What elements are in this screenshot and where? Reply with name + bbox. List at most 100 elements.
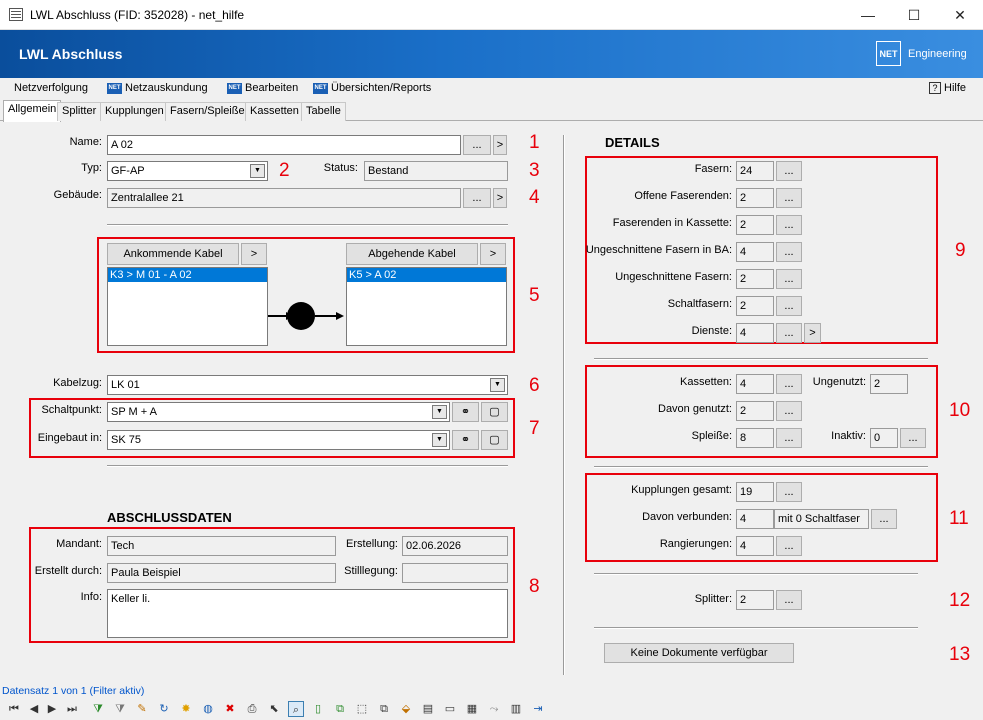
details-heading: DETAILS [605,135,660,150]
tab-kassetten[interactable]: Kassetten [245,102,304,121]
stamp-icon[interactable]: ⬙ [398,701,414,717]
menu-uebersichten[interactable]: NET Übersichten/Reports [313,82,431,94]
kabelzug-select[interactable]: LK 01 ▼ [107,375,508,395]
maximize-button[interactable]: ☐ [891,0,937,30]
column-divider [563,135,565,675]
dienste-arrow-button[interactable]: > [804,323,821,343]
spleisse-field: 8 [736,428,774,448]
tab-allgemein[interactable]: Allgemein [3,100,62,122]
name-field[interactable]: A 02 [107,135,461,155]
outgoing-arrow-button[interactable]: > [480,243,506,265]
tab-fasern-spleisse[interactable]: Fasern/Spleiße [165,102,250,121]
kassetten-dots-button[interactable]: ... [776,374,802,394]
tab-tabelle[interactable]: Tabelle [301,102,346,121]
filter-add-icon[interactable]: ⧩ [90,701,106,717]
divider [594,466,928,468]
callout-13: 13 [949,644,971,665]
callout-10: 10 [949,400,971,421]
outgoing-cables-button[interactable]: Abgehende Kabel [346,243,478,265]
detail-dots-button[interactable]: ... [776,296,802,316]
layers-icon[interactable]: ⧉ [376,701,392,717]
next-record-icon[interactable]: ▶ [44,701,60,717]
form-icon[interactable]: ▢ [481,430,508,450]
edit-icon[interactable]: ✎ [134,701,150,717]
detail-label: Dienste: [691,325,732,337]
copy-icon[interactable]: ⧉ [332,701,348,717]
kupplungen-dots-button[interactable]: ... [776,482,802,502]
title-bar: LWL Abschluss (FID: 352028) - net_hilfe … [0,0,983,30]
frame-icon[interactable]: ⬚ [354,701,370,717]
schaltpunkt-select[interactable]: SP M + A ▼ [107,402,450,422]
incoming-cables-button[interactable]: Ankommende Kabel [107,243,239,265]
prev-record-icon[interactable]: ◀ [26,701,42,717]
form-icon[interactable]: ▢ [481,402,508,422]
menu-bearbeiten[interactable]: NET Bearbeiten [227,82,298,94]
dokumente-button[interactable]: Keine Dokumente verfügbar [604,643,794,663]
logo-text: Engineering [908,48,967,60]
inaktiv-field: 0 [870,428,898,448]
refresh-icon[interactable]: ↻ [156,701,172,717]
menu-netzverfolgung[interactable]: Netzverfolgung [14,82,88,94]
list-item[interactable]: K5 > A 02 [347,268,506,282]
name-arrow-button[interactable]: > [493,135,507,155]
callout-9: 9 [955,240,966,261]
spleisse-dots-button[interactable]: ... [776,428,802,448]
binoculars-icon[interactable]: ⚭ [452,430,479,450]
detail-dots-button[interactable]: ... [776,188,802,208]
page-icon[interactable]: ▯ [310,701,326,717]
report-icon[interactable]: ▦ [464,701,480,717]
genutzt-dots-button[interactable]: ... [776,401,802,421]
incoming-cables-list[interactable]: K3 > M 01 - A 02 [107,267,268,346]
name-dots-button[interactable]: ... [463,135,491,155]
table-icon[interactable]: ▥ [508,701,524,717]
detail-dots-button[interactable]: ... [776,161,802,181]
print-icon[interactable]: ⎙ [244,701,260,717]
gebaeude-arrow-button[interactable]: > [493,188,507,208]
rangierungen-field: 4 [736,536,774,556]
divider [594,358,928,360]
new-icon[interactable]: ✸ [178,701,194,717]
tab-splitter[interactable]: Splitter [57,102,102,121]
stilllegung-label: Stilllegung: [344,565,398,577]
detail-dots-button[interactable]: ... [776,323,802,343]
detail-dots-button[interactable]: ... [776,269,802,289]
tab-kupplungen[interactable]: Kupplungen [100,102,169,121]
detail-dots-button[interactable]: ... [776,242,802,262]
detail-dots-button[interactable]: ... [776,215,802,235]
kupplungen-label: Kupplungen gesamt: [631,484,732,496]
splitter-dots-button[interactable]: ... [776,590,802,610]
globe-icon[interactable]: ◍ [200,701,216,717]
info-textarea[interactable]: Keller li. [107,589,508,638]
eingebaut-select[interactable]: SK 75 ▼ [107,430,450,450]
exit-icon[interactable]: ⇥ [530,701,546,717]
gebaeude-dots-button[interactable]: ... [463,188,491,208]
inaktiv-dots-button[interactable]: ... [900,428,926,448]
callout-4: 4 [529,187,540,208]
detail-value-field: 2 [736,296,774,316]
incoming-arrow-button[interactable]: > [241,243,267,265]
outgoing-cables-list[interactable]: K5 > A 02 [346,267,507,346]
list-item[interactable]: K3 > M 01 - A 02 [108,268,267,282]
zoom-icon[interactable]: ⌕ [288,701,304,717]
close-button[interactable]: ✕ [937,0,983,30]
gebaeude-label: Gebäude: [53,189,102,201]
info-label: Info: [80,591,102,603]
typ-label: Typ: [81,162,102,174]
detail-label: Faserenden in Kassette: [612,217,732,229]
doc-icon[interactable]: ▤ [420,701,436,717]
select-icon[interactable]: ⬉ [266,701,282,717]
filter-icon[interactable]: ⧩ [112,701,128,717]
spleisse-label: Spleiße: [691,430,732,442]
page-add-icon[interactable]: ▭ [442,701,458,717]
menu-netzauskundung[interactable]: NET Netzauskundung [107,82,208,94]
minimize-button[interactable]: — [845,0,891,30]
connect-icon[interactable]: ⤳ [486,701,502,717]
verbunden-dots-button[interactable]: ... [871,509,897,529]
first-record-icon[interactable]: ⏮ [6,701,22,717]
typ-select[interactable]: GF-AP ▼ [107,161,268,181]
last-record-icon[interactable]: ⏭ [64,701,80,717]
menu-hilfe[interactable]: ? Hilfe [929,82,966,94]
rangierungen-dots-button[interactable]: ... [776,536,802,556]
delete-icon[interactable]: ✖ [222,701,238,717]
binoculars-icon[interactable]: ⚭ [452,402,479,422]
